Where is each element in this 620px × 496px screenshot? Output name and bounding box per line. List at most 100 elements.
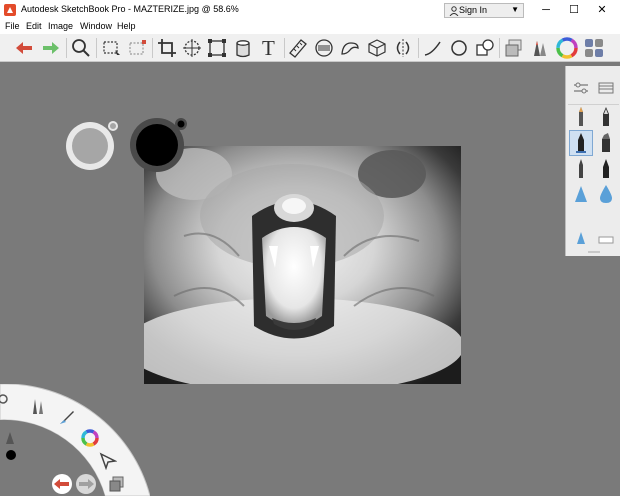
lasso-select-button[interactable]: [127, 37, 149, 59]
felt-pen-icon: [603, 159, 609, 178]
copic-library-button[interactable]: [583, 37, 605, 59]
toolbar-divider: [96, 38, 97, 58]
menu-edit[interactable]: Edit: [26, 21, 42, 31]
ink-pen-icon: [603, 107, 609, 126]
layers-icon[interactable]: [108, 475, 126, 493]
toolbar: T: [0, 34, 620, 62]
close-button[interactable]: ✕: [588, 0, 616, 20]
ruler-button[interactable]: [287, 37, 309, 59]
undo-button[interactable]: [13, 37, 35, 59]
brush-properties-tab[interactable]: [569, 79, 593, 97]
fill-bucket-button[interactable]: [232, 37, 254, 59]
undo-icon: [16, 42, 32, 54]
title-bar: Autodesk SketchBook Pro - MAZTERIZE.jpg …: [0, 0, 620, 20]
select-icon[interactable]: [99, 452, 117, 470]
text-button[interactable]: T: [259, 36, 281, 60]
brush-flat-eraser[interactable]: [594, 226, 618, 246]
toolbar-divider: [499, 38, 500, 58]
sign-in-label: Sign In: [459, 5, 488, 15]
menu-window[interactable]: Window: [80, 21, 112, 31]
french-curve-button[interactable]: [339, 37, 361, 59]
chevron-down-icon: ▼: [511, 5, 519, 14]
layers-button[interactable]: [503, 37, 525, 59]
text-icon: T: [262, 36, 275, 60]
redo-button[interactable]: [40, 37, 62, 59]
crop-icon: [158, 39, 176, 57]
minimize-button[interactable]: ─: [532, 0, 560, 20]
pencil-icon: [579, 107, 583, 126]
rect-select-icon: [103, 41, 120, 55]
toolbar-divider: [152, 38, 153, 58]
menu-image[interactable]: Image: [48, 21, 73, 31]
french-curve-icon: [341, 42, 359, 55]
panel-grip[interactable]: [588, 251, 600, 253]
brush-library-tab[interactable]: [594, 79, 618, 97]
color-dot-icon[interactable]: [5, 449, 17, 461]
menu-help[interactable]: Help: [117, 21, 136, 31]
menu-file[interactable]: File: [5, 21, 20, 31]
brush-airbrush[interactable]: [569, 182, 593, 208]
brush-chisel-marker[interactable]: [594, 130, 618, 156]
distort-icon: [208, 39, 226, 57]
fill-bucket-icon: [236, 40, 250, 58]
shape-button[interactable]: [474, 37, 496, 59]
brushes-icon: [534, 41, 546, 56]
redo-icon: [43, 42, 59, 54]
brush-marker[interactable]: [569, 130, 593, 156]
canvas-image[interactable]: [144, 146, 461, 384]
rect-select-button[interactable]: [101, 37, 123, 59]
symmetry-button[interactable]: [392, 37, 414, 59]
brush-felt-pen[interactable]: [594, 156, 618, 182]
menu-bar: File Edit Image Window Help: [0, 20, 620, 34]
brush-triangle[interactable]: [569, 226, 593, 246]
toolbar-divider: [66, 38, 67, 58]
redo-icon[interactable]: [74, 474, 98, 494]
brush-pencil[interactable]: [569, 104, 593, 130]
crop-button[interactable]: [156, 37, 178, 59]
brush-library-icon: [598, 82, 614, 94]
undo-icon[interactable]: [50, 474, 74, 494]
copic-library-icon: [585, 39, 603, 57]
stroke-button[interactable]: [422, 37, 444, 59]
primary-color-puck[interactable]: [128, 117, 190, 173]
user-icon: [449, 6, 459, 16]
circle-icon: [451, 40, 467, 56]
lasso-select-icon: [129, 40, 146, 55]
lagoon-menu: [0, 384, 150, 496]
toolbar-divider: [418, 38, 419, 58]
maximize-button[interactable]: ☐: [560, 0, 588, 20]
toolbar-divider: [284, 38, 285, 58]
distort-button[interactable]: [206, 37, 228, 59]
zoom-button[interactable]: [70, 37, 92, 59]
brush-icon[interactable]: [58, 408, 76, 426]
chisel-marker-icon: [602, 133, 610, 152]
color-wheel-icon[interactable]: [80, 428, 100, 448]
ellipse-guide-button[interactable]: [313, 37, 335, 59]
ruler-icon: [289, 39, 307, 58]
brushes-icon[interactable]: [30, 396, 46, 416]
color-wheel-icon: [556, 37, 578, 59]
circle-button[interactable]: [448, 37, 470, 59]
settings-icon[interactable]: [0, 392, 12, 406]
color-wheel-button[interactable]: [556, 37, 578, 59]
stroke-icon: [424, 41, 441, 56]
brushes-button[interactable]: [529, 37, 551, 59]
flat-eraser-icon: [598, 236, 614, 244]
perspective-button[interactable]: [366, 37, 388, 59]
bear-image: [144, 146, 461, 384]
layers-icon: [505, 39, 522, 57]
color-puck-icon: [66, 121, 118, 170]
brush-ink-pen[interactable]: [594, 104, 618, 130]
shape-icon: [476, 39, 494, 56]
brush-water-drop[interactable]: [594, 182, 618, 208]
sign-in-dropdown[interactable]: Sign In ▼: [444, 3, 524, 18]
ellipse-guide-icon: [315, 39, 333, 57]
brush-size-icon[interactable]: [4, 430, 16, 446]
brush-brush-pen[interactable]: [569, 156, 593, 182]
brush-pen-icon: [579, 159, 583, 178]
transform-icon: [183, 39, 201, 57]
transform-button[interactable]: [181, 37, 203, 59]
secondary-color-puck[interactable]: [63, 120, 121, 172]
marker-icon: [576, 133, 586, 153]
brush-palette: [565, 66, 620, 256]
